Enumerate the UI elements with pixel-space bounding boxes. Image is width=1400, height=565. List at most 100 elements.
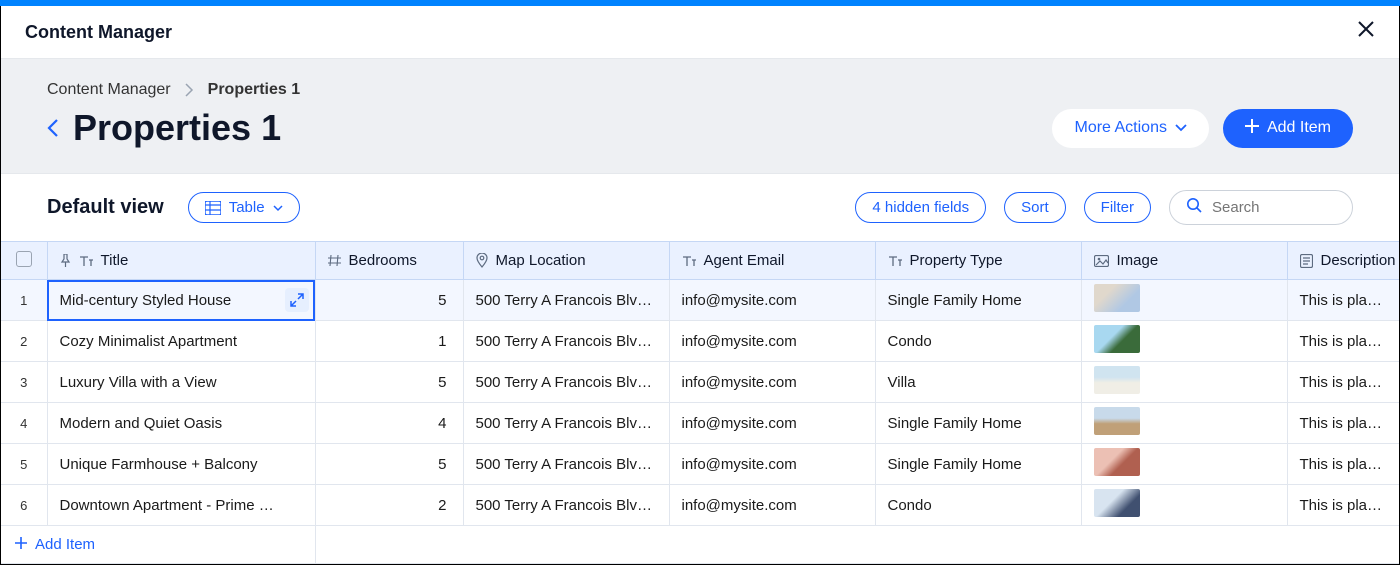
cell-description[interactable]: This is placeholde (1287, 403, 1399, 444)
cell-email[interactable]: info@mysite.com (669, 444, 875, 485)
data-table: Title Bedrooms Map Location Agent Email … (1, 241, 1399, 564)
cell-image[interactable] (1081, 321, 1287, 362)
table-icon (205, 201, 221, 215)
sub-header: Content Manager Properties 1 Properties … (1, 59, 1399, 174)
row-number[interactable]: 4 (1, 403, 47, 444)
cell-email[interactable]: info@mysite.com (669, 362, 875, 403)
hidden-fields-button[interactable]: 4 hidden fields (855, 192, 986, 223)
table-row[interactable]: 4Modern and Quiet Oasis4500 Terry A Fran… (1, 403, 1399, 444)
cell-type[interactable]: Villa (875, 362, 1081, 403)
table-row[interactable]: 5Unique Farmhouse + Balcony5500 Terry A … (1, 444, 1399, 485)
chevron-right-icon (185, 83, 194, 97)
cell-type[interactable]: Single Family Home (875, 280, 1081, 321)
cell-description[interactable]: This is placeholde (1287, 280, 1399, 321)
add-item-label: Add Item (1267, 119, 1331, 137)
cell-bedrooms[interactable]: 4 (315, 403, 463, 444)
thumbnail (1094, 325, 1140, 353)
cell-location[interactable]: 500 Terry A Francois Blvd,… (463, 403, 669, 444)
thumbnail (1094, 366, 1140, 394)
footer-blank (315, 526, 1399, 564)
image-icon (1094, 255, 1109, 267)
hidden-fields-label: 4 hidden fields (872, 199, 969, 216)
row-number[interactable]: 2 (1, 321, 47, 362)
expand-icon[interactable] (285, 288, 309, 312)
cell-description[interactable]: This is placeholde (1287, 444, 1399, 485)
row-number[interactable]: 6 (1, 485, 47, 526)
table-row[interactable]: 6Downtown Apartment - Prime …2500 Terry … (1, 485, 1399, 526)
view-mode-label: Table (229, 199, 265, 216)
sort-label: Sort (1021, 199, 1049, 216)
view-toolbar: Default view Table 4 hidden fields Sort … (1, 174, 1399, 241)
text-type-icon (888, 255, 902, 267)
text-type-icon (682, 255, 696, 267)
add-item-row[interactable]: Add Item (1, 526, 315, 564)
cell-description[interactable]: This is placeholde (1287, 362, 1399, 403)
cell-image[interactable] (1081, 280, 1287, 321)
view-mode-select[interactable]: Table (188, 192, 300, 223)
cell-title[interactable]: Cozy Minimalist Apartment (47, 321, 315, 362)
add-item-label: Add Item (35, 536, 95, 553)
col-image[interactable]: Image (1081, 242, 1287, 280)
cell-location[interactable]: 500 Terry A Francois Blvd,… (463, 321, 669, 362)
cell-image[interactable] (1081, 403, 1287, 444)
cell-location[interactable]: 500 Terry A Francois Blvd,… (463, 444, 669, 485)
cell-bedrooms[interactable]: 5 (315, 362, 463, 403)
add-item-button[interactable]: Add Item (1223, 109, 1353, 148)
col-description[interactable]: Description (1287, 242, 1399, 280)
cell-image[interactable] (1081, 485, 1287, 526)
cell-type[interactable]: Condo (875, 485, 1081, 526)
cell-title[interactable]: Modern and Quiet Oasis (47, 403, 315, 444)
cell-bedrooms[interactable]: 5 (315, 280, 463, 321)
select-all-header[interactable] (1, 242, 47, 280)
text-type-icon (79, 255, 93, 267)
richtext-icon (1300, 254, 1313, 268)
filter-label: Filter (1101, 199, 1134, 216)
cell-title[interactable]: Luxury Villa with a View (47, 362, 315, 403)
table-row[interactable]: 2Cozy Minimalist Apartment1500 Terry A F… (1, 321, 1399, 362)
cell-type[interactable]: Single Family Home (875, 403, 1081, 444)
panel-header: Content Manager (1, 6, 1399, 59)
cell-image[interactable] (1081, 362, 1287, 403)
row-number[interactable]: 3 (1, 362, 47, 403)
search-input-wrap[interactable] (1169, 190, 1353, 225)
close-icon[interactable] (1357, 20, 1375, 44)
row-number[interactable]: 5 (1, 444, 47, 485)
cell-title[interactable]: Mid-century Styled House (47, 280, 315, 321)
col-title[interactable]: Title (47, 242, 315, 280)
back-icon[interactable] (47, 118, 59, 138)
cell-location[interactable]: 500 Terry A Francois Blvd,… (463, 485, 669, 526)
more-actions-button[interactable]: More Actions (1052, 109, 1208, 148)
col-type[interactable]: Property Type (875, 242, 1081, 280)
cell-bedrooms[interactable]: 2 (315, 485, 463, 526)
cell-email[interactable]: info@mysite.com (669, 321, 875, 362)
cell-bedrooms[interactable]: 1 (315, 321, 463, 362)
panel-title: Content Manager (25, 22, 172, 43)
search-input[interactable] (1210, 198, 1330, 217)
filter-button[interactable]: Filter (1084, 192, 1151, 223)
table-row[interactable]: 3Luxury Villa with a View5500 Terry A Fr… (1, 362, 1399, 403)
cell-location[interactable]: 500 Terry A Francois Blvd,… (463, 362, 669, 403)
plus-icon (15, 536, 27, 553)
col-bedrooms[interactable]: Bedrooms (315, 242, 463, 280)
table-row[interactable]: 1Mid-century Styled House5500 Terry A Fr… (1, 280, 1399, 321)
cell-title[interactable]: Unique Farmhouse + Balcony (47, 444, 315, 485)
col-location[interactable]: Map Location (463, 242, 669, 280)
cell-type[interactable]: Single Family Home (875, 444, 1081, 485)
more-actions-label: More Actions (1074, 119, 1166, 137)
cell-email[interactable]: info@mysite.com (669, 485, 875, 526)
cell-description[interactable]: This is placeholde (1287, 321, 1399, 362)
cell-email[interactable]: info@mysite.com (669, 280, 875, 321)
col-email[interactable]: Agent Email (669, 242, 875, 280)
row-number[interactable]: 1 (1, 280, 47, 321)
cell-bedrooms[interactable]: 5 (315, 444, 463, 485)
cell-email[interactable]: info@mysite.com (669, 403, 875, 444)
cell-type[interactable]: Condo (875, 321, 1081, 362)
sort-button[interactable]: Sort (1004, 192, 1066, 223)
cell-location[interactable]: 500 Terry A Francois Blvd,… (463, 280, 669, 321)
search-icon (1186, 197, 1202, 218)
breadcrumb-root[interactable]: Content Manager (47, 81, 171, 99)
checkbox-icon[interactable] (16, 251, 32, 267)
cell-title[interactable]: Downtown Apartment - Prime … (47, 485, 315, 526)
cell-image[interactable] (1081, 444, 1287, 485)
cell-description[interactable]: This is placeholde (1287, 485, 1399, 526)
